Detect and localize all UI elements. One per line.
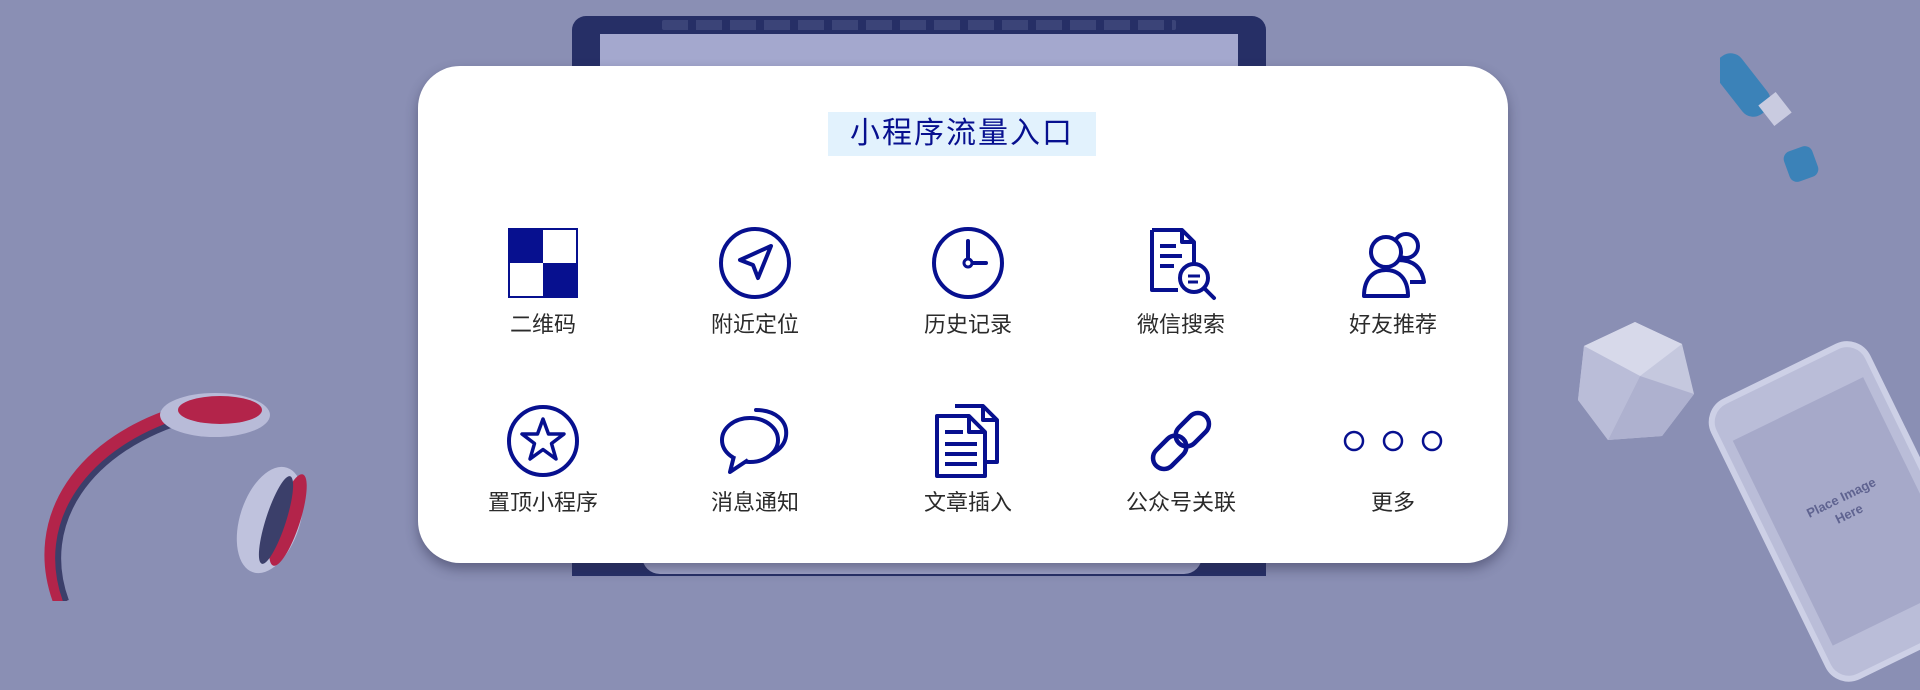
entry-card: 小程序流量入口 二维码 附近定位 历史记录 微信搜索 好友推荐 置顶小程序 消息…: [418, 66, 1508, 563]
friends-icon: [1354, 224, 1432, 302]
entry-label: 二维码: [509, 313, 576, 338]
entry-label: 公众号关联: [1125, 491, 1236, 516]
headphones-decoration: [44, 393, 307, 601]
entry-label: 消息通知: [710, 491, 799, 516]
geometric-ornament-decoration: [1578, 322, 1694, 440]
more-dots-icon: [1343, 402, 1443, 480]
laptop-keyboard: [662, 20, 1176, 30]
entry-qr-code[interactable]: 二维码: [458, 224, 628, 374]
entry-message-notify[interactable]: 消息通知: [670, 402, 840, 552]
entry-label: 置顶小程序: [487, 491, 598, 516]
entry-more[interactable]: 更多: [1308, 402, 1478, 552]
clock-icon: [929, 224, 1007, 302]
entry-history[interactable]: 历史记录: [883, 224, 1053, 374]
entry-label: 更多: [1370, 491, 1415, 516]
entry-label: 好友推荐: [1348, 313, 1437, 338]
phone-mockup-decoration: Place Image Here: [1700, 332, 1920, 690]
entry-wechat-search[interactable]: 微信搜索: [1096, 224, 1266, 374]
entry-article-insert[interactable]: 文章插入: [883, 402, 1053, 552]
star-icon: [504, 402, 582, 480]
usb-drive-decoration: [1720, 53, 1819, 182]
documents-icon: [929, 402, 1007, 480]
entry-label: 微信搜索: [1136, 313, 1225, 338]
location-arrow-icon: [716, 224, 794, 302]
entry-account-link[interactable]: 公众号关联: [1096, 402, 1266, 552]
document-search-icon: [1142, 224, 1220, 302]
entry-label: 附近定位: [710, 313, 799, 338]
entry-label: 文章插入: [923, 491, 1012, 516]
entry-pin-mini-program[interactable]: 置顶小程序: [458, 402, 628, 552]
phone-screen: Place Image Here: [1732, 377, 1920, 646]
entry-nearby-location[interactable]: 附近定位: [670, 224, 840, 374]
page-title: 小程序流量入口: [828, 112, 1096, 156]
entry-label: 历史记录: [923, 313, 1012, 338]
entry-friend-recommend[interactable]: 好友推荐: [1308, 224, 1478, 374]
qr-code-icon: [504, 224, 582, 302]
link-icon: [1142, 402, 1220, 480]
chat-bubbles-icon: [716, 402, 794, 480]
